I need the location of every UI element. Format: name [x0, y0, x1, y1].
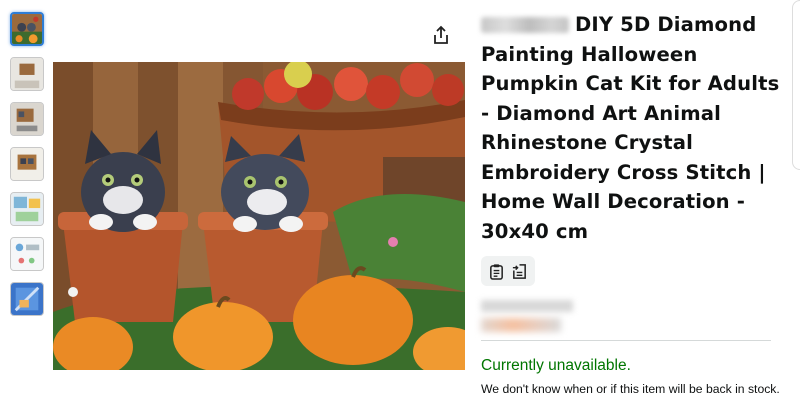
share-icon[interactable]: [430, 24, 452, 46]
thumbnail-4[interactable]: [10, 147, 44, 181]
availability-status: Currently unavailable.: [481, 357, 631, 374]
compare-icon[interactable]: [511, 263, 528, 280]
brand-redacted: [481, 17, 569, 33]
thumbnail-6[interactable]: [10, 237, 44, 271]
thumbnail-2[interactable]: [10, 57, 44, 91]
action-buttons: [481, 256, 535, 286]
product-details: DIY 5D Diamond Painting Halloween Pumpki…: [481, 10, 781, 398]
side-panel-edge: [792, 0, 800, 170]
thumbnail-1[interactable]: [10, 12, 44, 46]
main-product-image[interactable]: [53, 62, 465, 370]
divider: [481, 340, 771, 341]
action-row: [481, 256, 781, 286]
price-redacted: [481, 300, 781, 332]
clipboard-icon[interactable]: [488, 263, 505, 280]
thumbnail-3[interactable]: [10, 102, 44, 136]
product-title-text: DIY 5D Diamond Painting Halloween Pumpki…: [481, 13, 780, 243]
thumbnail-5[interactable]: [10, 192, 44, 226]
thumbnail-strip: [10, 12, 50, 327]
product-title: DIY 5D Diamond Painting Halloween Pumpki…: [481, 10, 781, 246]
thumbnail-7[interactable]: [10, 282, 44, 316]
